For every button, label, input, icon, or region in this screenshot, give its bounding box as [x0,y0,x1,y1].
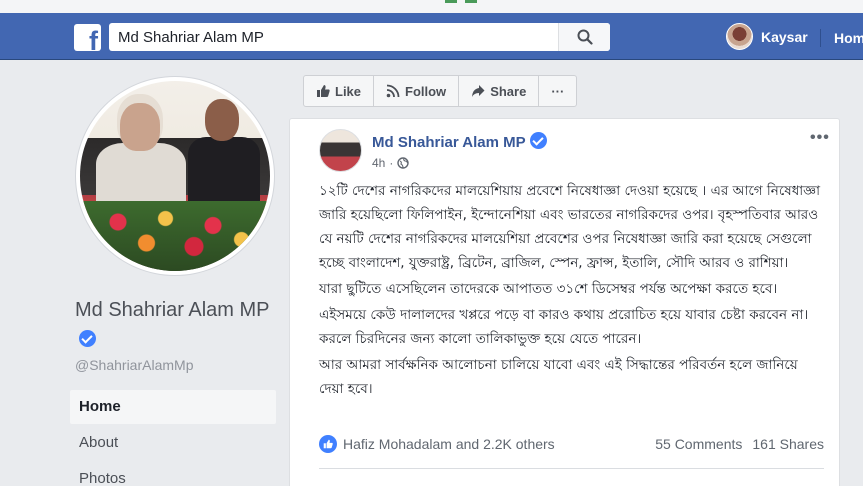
like-page-button[interactable]: Like [304,76,375,106]
post-author-name[interactable]: Md Shahriar Alam MP [372,132,547,151]
search-input[interactable] [109,23,558,51]
like-reaction-icon [319,435,337,453]
post-paragraph: যারা ছুটিতে এসেছিলেন তাদেরকে আপাতত ৩১শে … [319,281,778,297]
page-name-text: Md Shahriar Alam MP [75,299,270,321]
post-options-icon[interactable]: ••• [810,129,830,147]
post-timestamp[interactable]: 4h [372,156,385,170]
share-page-button[interactable]: Share [459,76,540,106]
search-button[interactable] [558,23,610,51]
home-link[interactable]: Home [834,30,863,46]
post-text: ১২টি দেশের নাগরিকদের মালয়েশিয়ায় প্রবে… [319,179,824,403]
share-label: Share [490,83,527,99]
page-navigation: Home About Photos [70,390,276,486]
page-handle[interactable]: @ShahriarAlamMp [75,357,193,373]
post-reactions-bar: Hafiz Mohadalam and 2.2K others 55 Comme… [319,435,824,453]
page-actions-toolbar: Like Follow Share ··· [303,75,578,107]
verified-badge-icon [79,330,96,347]
follow-page-button[interactable]: Follow [374,76,460,106]
reactions-summary[interactable]: Hafiz Mohadalam and 2.2K others [343,436,555,452]
post-paragraph: আর আমরা সার্বক্ষনিক আলোচনা চালিয়ে যাবো … [319,357,798,397]
nav-item-about[interactable]: About [70,426,276,460]
post-meta: 4h · [372,156,410,170]
shares-count[interactable]: 161 Shares [752,436,824,452]
user-profile-link[interactable]: Kaysar [726,23,808,50]
search-bar [109,23,610,51]
search-icon [577,29,593,45]
user-avatar [726,23,753,50]
post-card: Md Shahriar Alam MP 4h · ••• ১২টি দেশের … [289,118,840,486]
post-paragraph: এইসময়ে কেউ দালালদের খপ্পরে পড়ে বা কারও… [319,307,809,347]
post-author-avatar[interactable] [319,129,362,172]
post-divider [319,468,824,469]
comments-count[interactable]: 55 Comments [655,436,742,452]
more-options-button[interactable]: ··· [539,76,576,106]
page-profile-picture[interactable] [76,77,274,275]
facebook-logo-icon[interactable]: f [74,24,101,51]
nav-item-photos[interactable]: Photos [70,462,276,486]
thumbs-up-icon [317,85,330,97]
page-title: Md Shahriar Alam MP [75,296,280,354]
more-dots-icon: ··· [551,83,565,99]
browser-top-strip [0,0,863,13]
profile-photo-image [80,81,270,271]
nav-item-home[interactable]: Home [70,390,276,424]
like-label: Like [335,83,362,99]
page-sidebar: Md Shahriar Alam MP @ShahriarAlamMp Home… [0,61,289,486]
globe-privacy-icon [397,157,410,169]
top-navigation-bar: f Kaysar Home [0,13,863,60]
user-name: Kaysar [761,28,808,45]
rss-follow-icon [386,84,400,98]
post-author-text: Md Shahriar Alam MP [372,134,526,151]
follow-label: Follow [405,83,447,99]
verified-badge-icon [529,132,547,149]
share-arrow-icon [472,85,485,97]
header-divider [820,29,821,47]
post-paragraph: ১২টি দেশের নাগরিকদের মালয়েশিয়ায় প্রবে… [319,183,821,271]
